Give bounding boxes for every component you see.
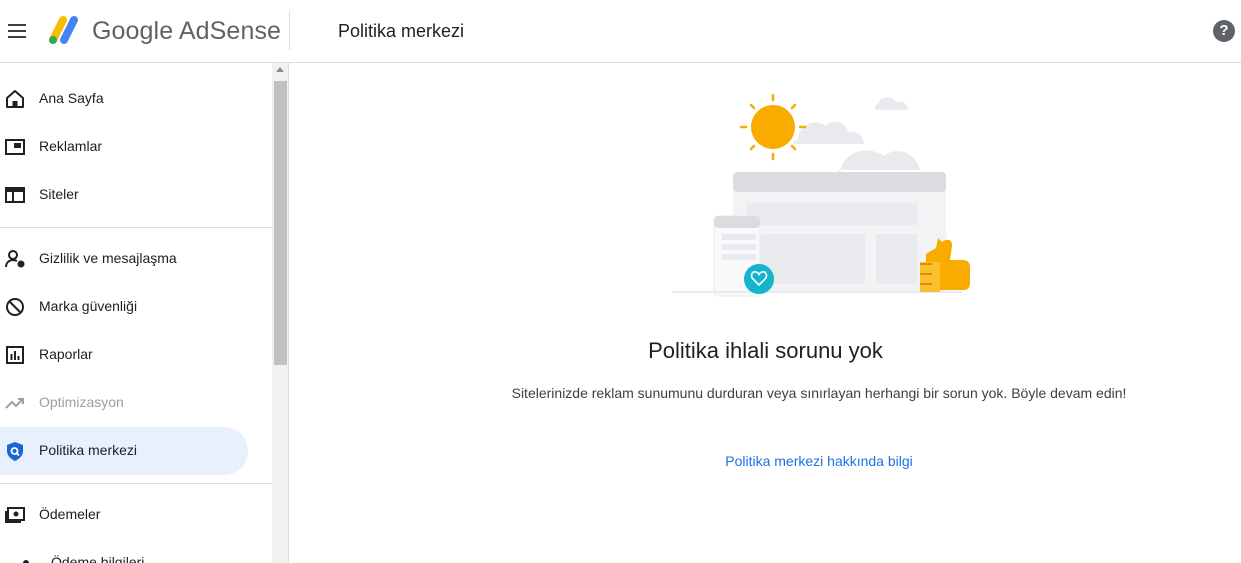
- sidebar-item-label: Reklamlar: [39, 138, 103, 154]
- help-icon[interactable]: ?: [1213, 20, 1235, 42]
- sidebar: Ana Sayfa Reklamlar Siteler Gizlilik ve …: [0, 63, 272, 563]
- sidebar-item-label: Ana Sayfa: [39, 90, 104, 106]
- sidebar-item-label: Politika merkezi: [39, 442, 138, 458]
- no-issues-illustration: [672, 93, 970, 297]
- sidebar-item-label: Ödemeler: [39, 506, 101, 522]
- sidebar-item-policy-center[interactable]: Politika merkezi: [0, 427, 248, 475]
- policy-center-info-link[interactable]: Politika merkezi hakkında bilgi: [290, 453, 1241, 469]
- brand-name: Google AdSense: [92, 17, 282, 45]
- sidebar-item-optimization[interactable]: Optimizasyon: [0, 379, 248, 427]
- sidebar-item-label: Siteler: [39, 186, 79, 202]
- payments-icon: [5, 507, 25, 523]
- adsense-logo: [49, 16, 78, 44]
- empty-state-description: Sitelerinizde reklam sunumunu durduran v…: [511, 385, 1127, 401]
- trending-icon: [5, 398, 24, 409]
- sidebar-item-reports[interactable]: Raporlar: [0, 331, 248, 379]
- sidebar-divider: [0, 483, 272, 484]
- home-icon: [6, 90, 24, 108]
- sidebar-item-privacy[interactable]: Gizlilik ve mesajlaşma: [0, 235, 248, 283]
- page-title: Politika merkezi: [338, 21, 465, 41]
- header-divider: [289, 11, 290, 50]
- privacy-icon: [5, 250, 25, 268]
- sidebar-subitem-label: Ödeme bilgileri: [51, 554, 145, 563]
- sidebar-subitem-payment-info[interactable]: Ödeme bilgileri: [0, 553, 248, 563]
- sidebar-item-brand-safety[interactable]: Marka güvenliği: [0, 283, 248, 331]
- scroll-thumb[interactable]: [274, 81, 287, 365]
- scroll-up-arrow-icon[interactable]: [276, 67, 284, 72]
- menu-icon[interactable]: [4, 18, 30, 44]
- sidebar-item-label: Raporlar: [39, 346, 93, 362]
- ads-icon: [5, 139, 25, 155]
- reports-icon: [6, 346, 24, 364]
- sidebar-scrollbar[interactable]: [272, 63, 289, 563]
- sidebar-item-label: Optimizasyon: [39, 394, 124, 410]
- block-icon: [6, 298, 24, 316]
- sidebar-item-payments[interactable]: Ödemeler: [0, 491, 248, 539]
- sidebar-item-sites[interactable]: Siteler: [0, 171, 248, 219]
- top-app-bar: Google AdSense Politika merkezi ?: [0, 0, 1241, 63]
- sidebar-item-home[interactable]: Ana Sayfa: [0, 75, 248, 123]
- sidebar-item-label: Gizlilik ve mesajlaşma: [39, 250, 177, 266]
- policy-shield-icon: [7, 442, 23, 461]
- sidebar-divider: [0, 227, 272, 228]
- empty-state-heading: Politika ihlali sorunu yok: [648, 338, 883, 363]
- sidebar-item-label: Marka güvenliği: [39, 298, 138, 314]
- sites-icon: [5, 187, 25, 203]
- sidebar-item-ads[interactable]: Reklamlar: [0, 123, 248, 171]
